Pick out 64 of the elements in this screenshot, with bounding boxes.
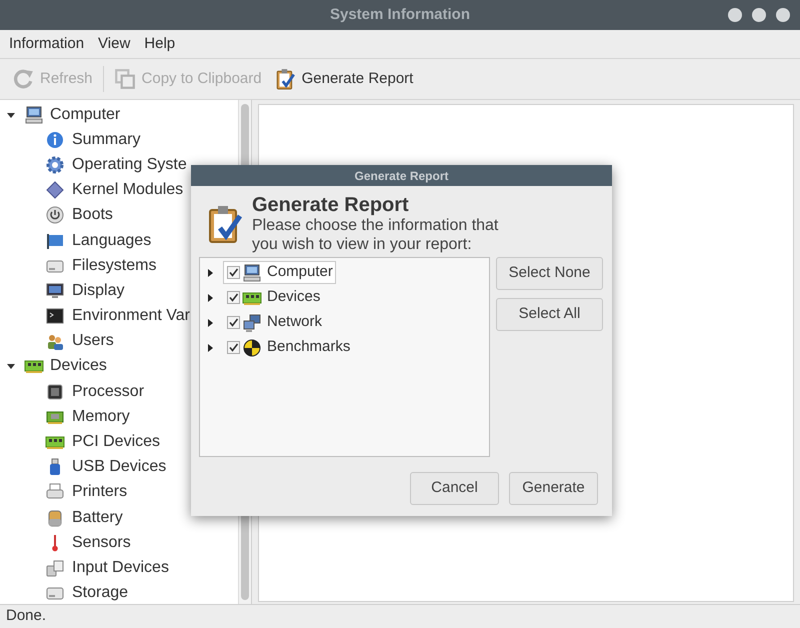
- expander-icon[interactable]: [205, 268, 215, 278]
- checkbox[interactable]: [227, 341, 240, 354]
- tree-item[interactable]: Operating Syste: [72, 152, 187, 177]
- tree-item[interactable]: Kernel Modules: [72, 178, 184, 202]
- info-icon: [45, 130, 65, 150]
- computer-icon: [242, 262, 262, 282]
- tree-item[interactable]: Devices: [50, 354, 107, 378]
- expander-icon[interactable]: [205, 318, 215, 328]
- monitor-icon: [45, 280, 65, 301]
- tree-item[interactable]: Sensors: [72, 530, 131, 555]
- tree-item[interactable]: Filesystems: [72, 254, 156, 278]
- minimize-button[interactable]: [728, 8, 742, 22]
- tree-item[interactable]: Environment Var: [72, 304, 190, 328]
- tree-item[interactable]: USB Devices: [72, 455, 166, 480]
- checkbox[interactable]: [227, 291, 240, 304]
- menu-item[interactable]: View: [91, 32, 138, 56]
- checkbox[interactable]: [227, 266, 240, 279]
- status-text: Done.: [6, 606, 46, 626]
- dialog-description: Please choose the information that you wish to view in your report:: [252, 216, 500, 254]
- refresh-icon: [12, 68, 34, 90]
- copy-icon: [114, 68, 136, 90]
- tree-item[interactable]: Battery: [72, 506, 123, 530]
- computer-icon: [24, 104, 44, 125]
- window-title: System Information: [330, 4, 470, 25]
- checkbox[interactable]: [227, 316, 240, 329]
- tablet-icon: [45, 558, 65, 578]
- toolbar-button[interactable]: Generate Report: [272, 63, 416, 95]
- gear-icon: [45, 154, 65, 175]
- dialog-button[interactable]: Select None: [496, 257, 603, 290]
- report-item[interactable]: Network: [223, 311, 326, 334]
- maximize-button[interactable]: [752, 8, 766, 22]
- terminal-icon: [45, 306, 65, 326]
- tree-item[interactable]: Summary: [72, 128, 140, 152]
- menu-item[interactable]: Information: [2, 32, 92, 56]
- tree-item[interactable]: Memory: [72, 404, 130, 429]
- tree-item[interactable]: Storage: [72, 581, 128, 604]
- expander-icon[interactable]: [205, 342, 215, 352]
- chip-icon: [45, 382, 65, 402]
- target-icon: [242, 338, 262, 358]
- tree-item[interactable]: Languages: [72, 228, 152, 253]
- expander-icon[interactable]: [6, 361, 16, 372]
- power-icon: [45, 205, 65, 226]
- tree-item[interactable]: Printers: [72, 480, 128, 504]
- report-item[interactable]: Computer: [223, 261, 336, 284]
- report-item[interactable]: Devices: [223, 286, 324, 309]
- dialog-heading: Generate Report: [252, 194, 410, 216]
- diamond-icon: [45, 180, 65, 200]
- tree-item[interactable]: Users: [72, 329, 114, 354]
- tree-item[interactable]: Processor: [72, 380, 144, 404]
- dialog-button[interactable]: Generate: [509, 472, 598, 505]
- menu-item[interactable]: Help: [137, 32, 182, 56]
- network-icon: [242, 312, 262, 332]
- tree-item[interactable]: Boots: [72, 203, 113, 228]
- close-button[interactable]: [776, 8, 790, 22]
- dialog-button[interactable]: Select All: [496, 298, 603, 331]
- dialog-button[interactable]: Cancel: [410, 472, 499, 505]
- tree-item[interactable]: Display: [72, 278, 124, 303]
- expander-icon[interactable]: [205, 292, 215, 302]
- report-item[interactable]: Benchmarks: [223, 336, 354, 359]
- tree-item[interactable]: Input Devices: [72, 556, 169, 580]
- dialog-title: Generate Report: [354, 168, 449, 184]
- tree-item[interactable]: PCI Devices: [72, 430, 160, 454]
- tree-item[interactable]: Computer: [50, 102, 120, 127]
- thermometer-icon: [52, 534, 58, 552]
